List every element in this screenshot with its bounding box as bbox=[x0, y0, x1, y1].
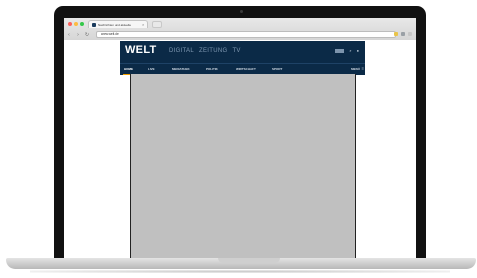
subnav-politik[interactable]: POLITIK bbox=[206, 67, 218, 71]
laptop-screen: Nachrichten und aktuelle × ‹ › ↻ www.wel… bbox=[64, 18, 416, 258]
subnav-sport[interactable]: SPORT bbox=[272, 67, 282, 71]
reload-icon[interactable]: ↻ bbox=[83, 31, 91, 39]
tab-title: Nachrichten und aktuelle bbox=[98, 22, 132, 27]
tab-close-icon[interactable]: × bbox=[142, 22, 144, 27]
welt-header: WELT DIGITAL ZEITUNG TV ⌕ ● HOME LIVE ME… bbox=[120, 41, 365, 75]
subnav-live[interactable]: LIVE bbox=[148, 67, 155, 71]
webcam bbox=[240, 10, 243, 13]
welt-section-tabs: DIGITAL ZEITUNG TV bbox=[169, 48, 241, 54]
back-icon[interactable]: ‹ bbox=[65, 31, 73, 39]
extension-icons bbox=[394, 32, 412, 36]
laptop-base bbox=[6, 258, 476, 269]
close-window-icon[interactable] bbox=[68, 22, 72, 26]
laptop-shadow bbox=[30, 270, 450, 273]
maximize-window-icon[interactable] bbox=[80, 22, 84, 26]
trackpad-notch bbox=[218, 258, 280, 263]
subnav-home[interactable]: HOME bbox=[124, 67, 133, 71]
tab-tv[interactable]: TV bbox=[232, 48, 240, 54]
address-bar[interactable]: www.welt.de bbox=[96, 31, 396, 38]
tab-zeitung[interactable]: ZEITUNG bbox=[199, 48, 227, 54]
welt-favicon-icon bbox=[92, 22, 96, 27]
search-icon[interactable]: ⌕ bbox=[349, 49, 351, 53]
new-tab-button[interactable] bbox=[152, 21, 162, 28]
newspaper-icon[interactable] bbox=[335, 49, 345, 53]
hamburger-icon[interactable]: ≡ bbox=[362, 67, 364, 71]
welt-logo[interactable]: WELT bbox=[125, 44, 157, 56]
browser-tab[interactable]: Nachrichten und aktuelle × bbox=[88, 20, 148, 28]
web-page: WELT DIGITAL ZEITUNG TV ⌕ ● HOME LIVE ME… bbox=[64, 40, 416, 258]
forward-icon[interactable]: › bbox=[74, 31, 82, 39]
welt-header-tools: ⌕ ● bbox=[335, 49, 359, 53]
laptop-bezel: Nachrichten und aktuelle × ‹ › ↻ www.wel… bbox=[54, 6, 426, 258]
bookmark-star-icon[interactable] bbox=[394, 32, 398, 36]
extension-icon[interactable] bbox=[401, 32, 405, 36]
browser-menu-icon[interactable] bbox=[408, 32, 412, 36]
user-icon[interactable]: ● bbox=[357, 49, 359, 53]
subnav-mediathek[interactable]: MEDIATHEK bbox=[172, 67, 190, 71]
minimize-window-icon[interactable] bbox=[74, 22, 78, 26]
browser-toolbar: ‹ › ↻ www.welt.de bbox=[64, 29, 416, 40]
content-placeholder bbox=[130, 74, 356, 258]
browser-chrome: Nachrichten und aktuelle × ‹ › ↻ www.wel… bbox=[64, 18, 416, 41]
tab-digital[interactable]: DIGITAL bbox=[169, 48, 194, 54]
subnav-wirtschaft[interactable]: WIRTSCHAFT bbox=[236, 67, 256, 71]
menu-button[interactable]: MENÜ bbox=[351, 67, 360, 71]
